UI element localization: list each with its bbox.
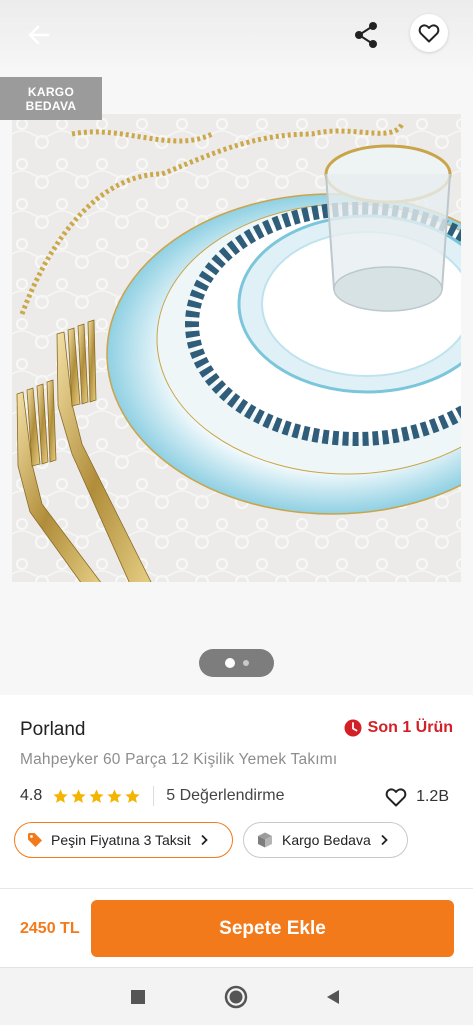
heart-outline-icon <box>385 788 407 807</box>
favorite-button[interactable] <box>410 14 448 52</box>
badge-line-2: BEDAVA <box>25 98 77 113</box>
rating-stars[interactable] <box>52 788 141 805</box>
installment-chip[interactable]: Peşin Fiyatına 3 Taksit <box>14 822 233 858</box>
star-icon <box>71 788 86 803</box>
review-count-link[interactable]: 5 Değerlendirme <box>166 787 284 805</box>
free-shipping-badge: KARGO BEDAVA <box>0 77 102 120</box>
shipping-chip[interactable]: Kargo Bedava <box>243 822 408 858</box>
triangle-back-icon <box>327 990 339 1004</box>
pager-dot[interactable] <box>242 660 249 666</box>
shipping-label: Kargo Bedava <box>282 832 371 848</box>
rating-row: 4.8 5 Değerlendirme 1.2B <box>20 785 453 807</box>
star-icon <box>107 788 122 803</box>
star-icon <box>125 788 140 803</box>
circle-icon <box>224 985 248 1009</box>
system-back-button[interactable] <box>320 984 346 1010</box>
chevron-right-icon <box>381 834 388 846</box>
stock-warning: Son 1 Ürün <box>344 719 453 737</box>
chevron-right-icon <box>201 834 208 846</box>
rating-divider <box>153 786 155 806</box>
share-button[interactable] <box>350 18 384 52</box>
arrow-left-icon <box>28 25 50 45</box>
back-button[interactable] <box>22 18 56 52</box>
like-count: 1.2B <box>416 788 449 805</box>
system-nav-bar <box>0 967 473 1025</box>
installment-label: Peşin Fiyatına 3 Taksit <box>51 832 191 848</box>
tag-icon <box>28 833 42 847</box>
star-icon <box>53 788 68 803</box>
badge-line-1: KARGO <box>27 84 75 99</box>
product-title: Mahpeyker 60 Parça 12 Kişilik Yemek Takı… <box>20 751 338 768</box>
cart-bar: 2450 TL Sepete Ekle <box>0 889 473 967</box>
rating-value: 4.8 <box>20 787 43 804</box>
image-pager[interactable] <box>199 649 274 677</box>
heart-outline-icon <box>418 24 440 43</box>
brand-name[interactable]: Porland <box>20 719 86 741</box>
star-icon <box>89 788 104 803</box>
recent-apps-button[interactable] <box>125 984 151 1010</box>
home-button[interactable] <box>223 984 249 1010</box>
price: 2450 TL <box>20 920 80 937</box>
square-icon <box>131 990 145 1004</box>
pager-dot-active[interactable] <box>224 658 235 668</box>
clock-icon <box>344 719 362 737</box>
box-icon <box>258 832 272 848</box>
add-to-cart-button[interactable]: Sepete Ekle <box>91 900 454 957</box>
like-counter[interactable]: 1.2B <box>384 785 449 809</box>
top-toolbar <box>0 0 473 68</box>
share-icon <box>355 22 377 48</box>
stock-label: Son 1 Ürün <box>367 719 453 736</box>
product-gallery[interactable]: KARGO BEDAVA <box>0 68 473 695</box>
product-image <box>12 114 461 582</box>
